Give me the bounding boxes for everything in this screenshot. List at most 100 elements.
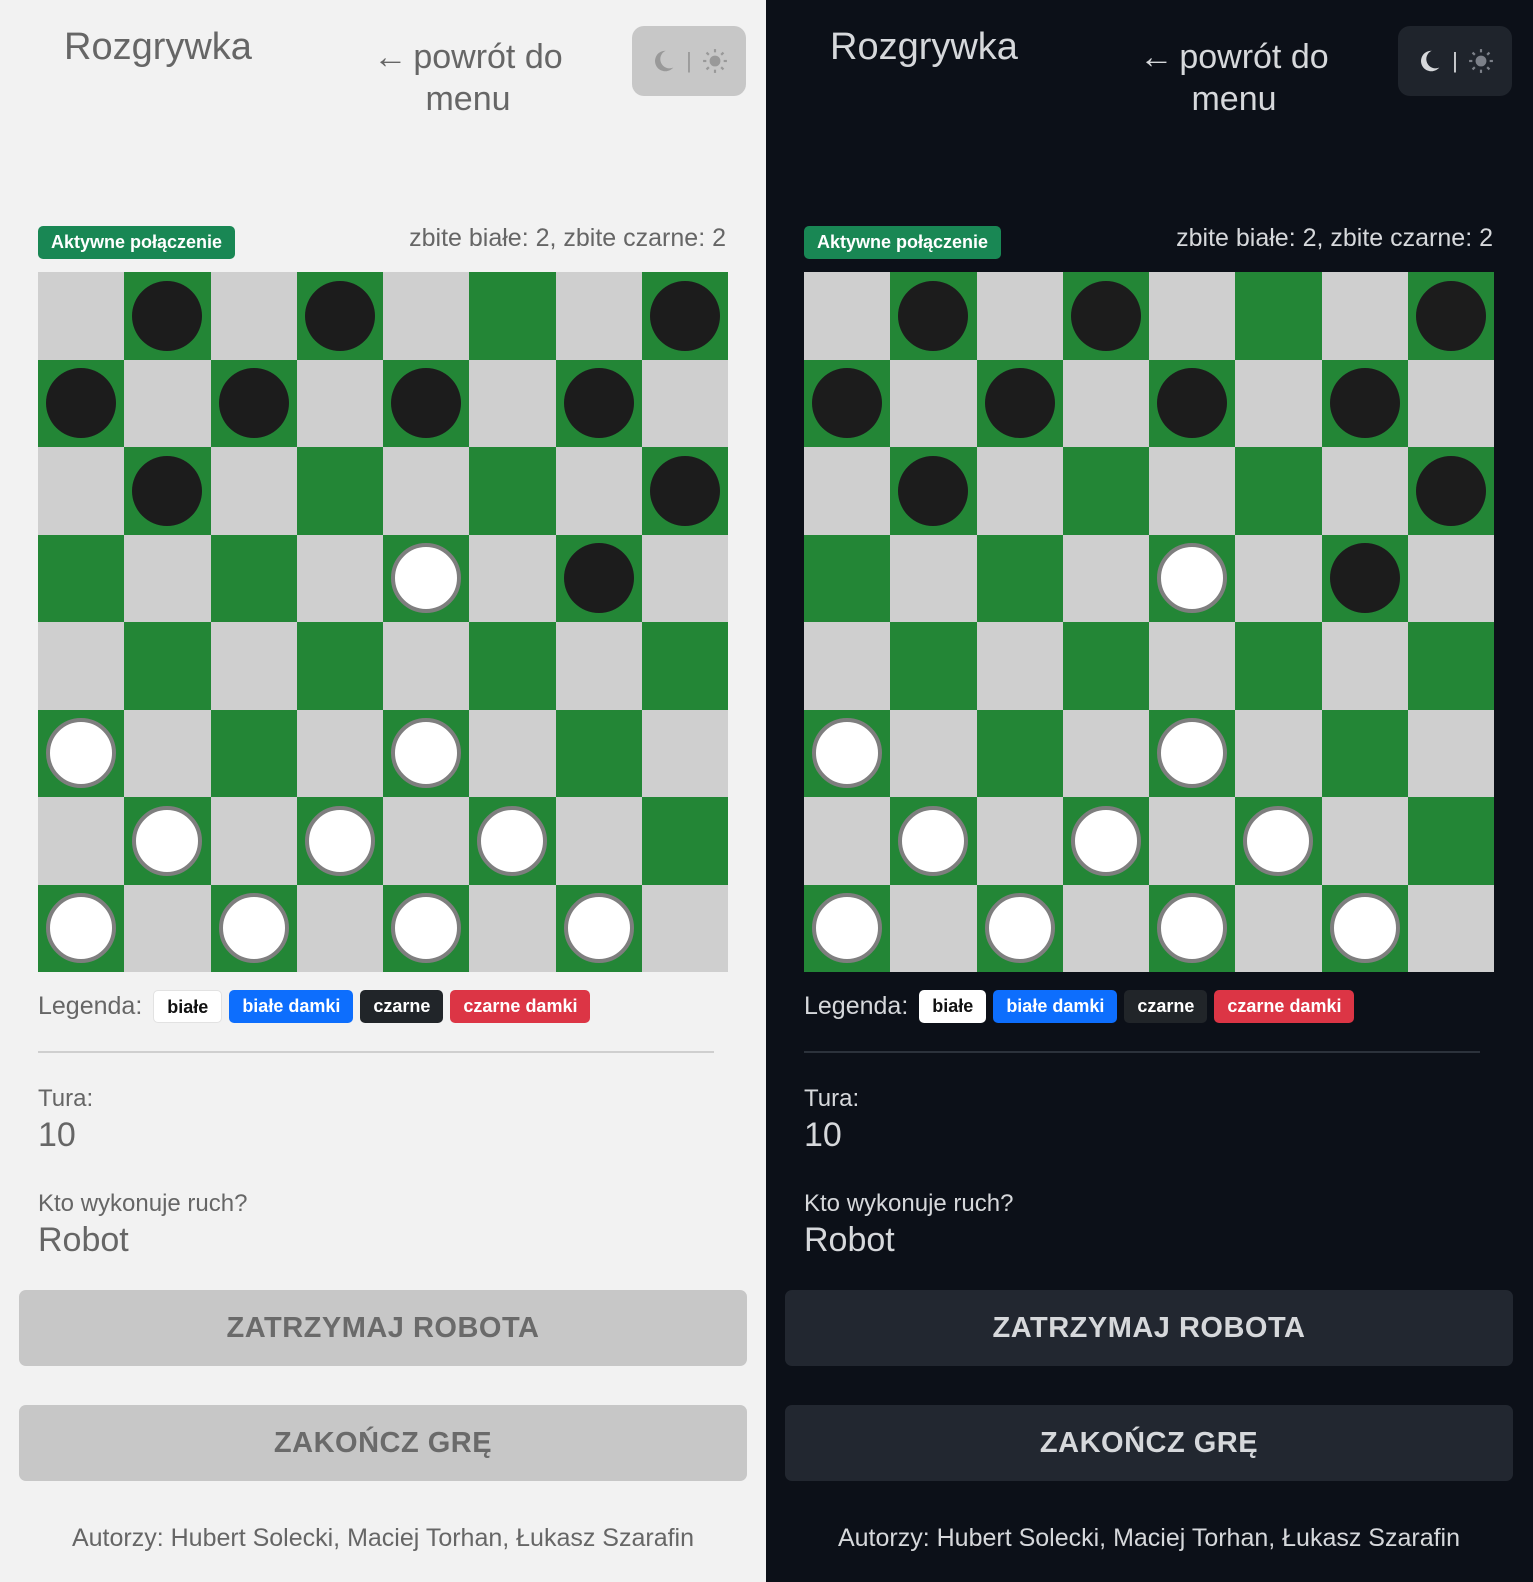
board-square[interactable]: [1062, 709, 1149, 797]
board-square[interactable]: [1407, 272, 1494, 360]
theme-toggle-button[interactable]: |: [1398, 26, 1512, 96]
board-square[interactable]: [383, 797, 470, 885]
board-square[interactable]: [210, 447, 297, 535]
board-square[interactable]: [1235, 359, 1322, 447]
white-piece[interactable]: [1329, 893, 1400, 964]
board-square[interactable]: [804, 272, 891, 360]
board-square[interactable]: [469, 622, 556, 710]
board-square[interactable]: [641, 447, 728, 535]
black-piece[interactable]: [1415, 455, 1486, 526]
board-square[interactable]: [1062, 884, 1149, 972]
white-piece[interactable]: [898, 805, 969, 876]
board-square[interactable]: [804, 447, 891, 535]
board-square[interactable]: [804, 622, 891, 710]
board-square[interactable]: [38, 884, 125, 972]
board-square[interactable]: [38, 709, 125, 797]
board-square[interactable]: [124, 884, 211, 972]
board-square[interactable]: [38, 622, 125, 710]
board-square[interactable]: [1062, 534, 1149, 622]
black-piece[interactable]: [563, 543, 634, 614]
board-square[interactable]: [1321, 534, 1408, 622]
white-piece[interactable]: [1157, 718, 1228, 789]
black-piece[interactable]: [391, 368, 462, 439]
board-square[interactable]: [1407, 884, 1494, 972]
board-square[interactable]: [804, 359, 891, 447]
black-piece[interactable]: [132, 455, 203, 526]
board-square[interactable]: [804, 884, 891, 972]
board-square[interactable]: [124, 272, 211, 360]
black-piece[interactable]: [1329, 543, 1400, 614]
board-square[interactable]: [1321, 622, 1408, 710]
board-square[interactable]: [804, 797, 891, 885]
white-piece[interactable]: [132, 805, 203, 876]
board-square[interactable]: [641, 359, 728, 447]
board-square[interactable]: [1149, 797, 1236, 885]
end-game-button[interactable]: ZAKOŃCZ GRĘ: [19, 1405, 747, 1481]
black-piece[interactable]: [898, 280, 969, 351]
board-square[interactable]: [296, 359, 383, 447]
board-square[interactable]: [296, 709, 383, 797]
board-square[interactable]: [1235, 447, 1322, 535]
board-square[interactable]: [1321, 884, 1408, 972]
board-square[interactable]: [1235, 797, 1322, 885]
black-piece[interactable]: [898, 455, 969, 526]
board-square[interactable]: [1062, 272, 1149, 360]
board-square[interactable]: [210, 359, 297, 447]
board-square[interactable]: [469, 359, 556, 447]
board-square[interactable]: [1321, 359, 1408, 447]
board-square[interactable]: [469, 272, 556, 360]
board-square[interactable]: [555, 272, 642, 360]
end-game-button[interactable]: ZAKOŃCZ GRĘ: [785, 1405, 1513, 1481]
board-square[interactable]: [1062, 622, 1149, 710]
board-square[interactable]: [890, 534, 977, 622]
board-square[interactable]: [641, 884, 728, 972]
board-square[interactable]: [1321, 797, 1408, 885]
board-square[interactable]: [296, 272, 383, 360]
board-square[interactable]: [890, 622, 977, 710]
board-square[interactable]: [555, 709, 642, 797]
board-square[interactable]: [1407, 447, 1494, 535]
board-square[interactable]: [469, 797, 556, 885]
black-piece[interactable]: [132, 280, 203, 351]
board-square[interactable]: [383, 884, 470, 972]
board-square[interactable]: [976, 884, 1063, 972]
black-piece[interactable]: [649, 280, 720, 351]
board-square[interactable]: [210, 884, 297, 972]
board-square[interactable]: [124, 709, 211, 797]
white-piece[interactable]: [1157, 543, 1228, 614]
board-square[interactable]: [210, 272, 297, 360]
board-square[interactable]: [641, 797, 728, 885]
board-square[interactable]: [296, 797, 383, 885]
board-square[interactable]: [976, 447, 1063, 535]
board-square[interactable]: [38, 534, 125, 622]
board-square[interactable]: [976, 709, 1063, 797]
board-square[interactable]: [804, 709, 891, 797]
board-square[interactable]: [38, 272, 125, 360]
board-square[interactable]: [124, 447, 211, 535]
board-square[interactable]: [976, 359, 1063, 447]
board-square[interactable]: [890, 359, 977, 447]
board-square[interactable]: [210, 534, 297, 622]
board-square[interactable]: [976, 797, 1063, 885]
checkers-board[interactable]: [38, 272, 728, 972]
board-square[interactable]: [1149, 447, 1236, 535]
board-square[interactable]: [38, 359, 125, 447]
board-square[interactable]: [976, 622, 1063, 710]
black-piece[interactable]: [1415, 280, 1486, 351]
board-square[interactable]: [890, 447, 977, 535]
board-square[interactable]: [1149, 622, 1236, 710]
board-square[interactable]: [804, 534, 891, 622]
white-piece[interactable]: [1157, 893, 1228, 964]
board-square[interactable]: [38, 797, 125, 885]
checkers-board[interactable]: [804, 272, 1494, 972]
board-square[interactable]: [1235, 622, 1322, 710]
white-piece[interactable]: [1243, 805, 1314, 876]
board-square[interactable]: [1235, 272, 1322, 360]
board-square[interactable]: [1407, 709, 1494, 797]
black-piece[interactable]: [563, 368, 634, 439]
board-square[interactable]: [1149, 709, 1236, 797]
board-square[interactable]: [1062, 359, 1149, 447]
white-piece[interactable]: [218, 893, 289, 964]
black-piece[interactable]: [1157, 368, 1228, 439]
board-square[interactable]: [383, 709, 470, 797]
